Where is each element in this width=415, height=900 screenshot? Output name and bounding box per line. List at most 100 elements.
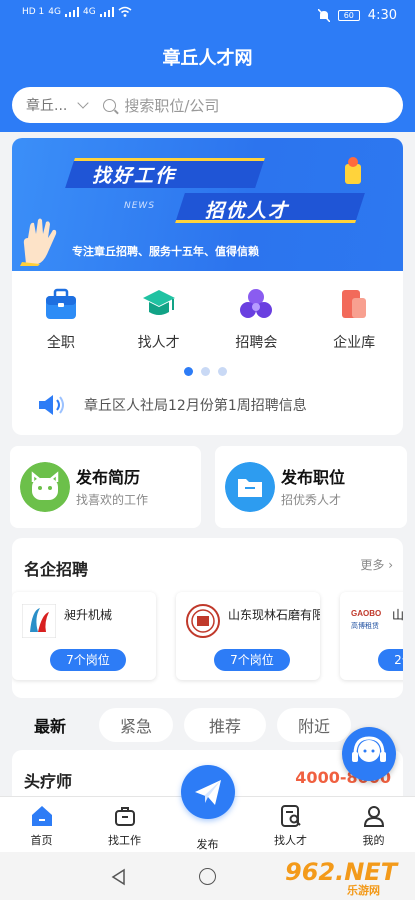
- notice-text: 章丘区人社局12月份第1周招聘信息: [84, 398, 307, 414]
- quick-link-label: 企业库: [333, 335, 376, 351]
- signal-icon: [65, 6, 79, 17]
- watermark-subtext: 乐游网: [347, 884, 380, 897]
- post-resume-card[interactable]: 发布简历 找喜欢的工作: [10, 446, 201, 528]
- famous-companies-section: 名企招聘 更多 › 昶升机械 7个岗位 山东现林石磨有限公司 7个岗位 GAOB…: [12, 538, 403, 698]
- quick-link-fulltime[interactable]: 全职: [12, 286, 110, 352]
- company-logo: GAOBO 高博租赁: [350, 604, 384, 638]
- carousel-indicator: [184, 367, 227, 376]
- nav-find-talent[interactable]: 找人才: [249, 797, 332, 852]
- app-header: HD 1 4G 4G 60 4:30 章丘人才网 章丘... 搜索职位/公司: [0, 0, 415, 132]
- banner-subtitle: 专注章丘招聘、服务十五年、值得信赖: [72, 245, 259, 258]
- briefcase-icon: [45, 288, 76, 319]
- job-bag-icon: [114, 807, 135, 826]
- post-job-card[interactable]: 发布职位 招优秀人才: [215, 446, 407, 528]
- company-logo-text: GAOBO: [351, 609, 381, 618]
- city-selector[interactable]: 章丘...: [26, 95, 67, 115]
- back-icon[interactable]: [110, 868, 128, 886]
- resume-icon: [20, 462, 70, 512]
- nav-label: 发布: [196, 838, 219, 851]
- network-label-2: 4G: [83, 6, 96, 17]
- banner-deco-icon: [345, 157, 361, 184]
- banner-headline-1: 找好工作: [92, 165, 177, 187]
- post-card-subtitle: 找喜欢的工作: [76, 493, 149, 507]
- tab-recommended[interactable]: 推荐: [184, 708, 266, 742]
- company-jobs-button[interactable]: 7个岗位: [214, 649, 290, 671]
- more-label: 更多: [360, 558, 385, 572]
- quick-link-label: 全职: [46, 335, 75, 351]
- carousel-dot[interactable]: [201, 367, 210, 376]
- carousel-dot-active[interactable]: [184, 367, 193, 376]
- quick-links: 全职 找人才 招聘会 企业库: [12, 286, 403, 352]
- post-card-title: 发布职位: [281, 468, 346, 487]
- nav-home[interactable]: 首页: [0, 797, 83, 852]
- company-card[interactable]: 昶升机械 7个岗位: [12, 592, 156, 680]
- home-icon: [31, 806, 52, 826]
- clock: 4:30: [367, 8, 397, 23]
- company-logo: [22, 604, 56, 638]
- chevron-down-icon[interactable]: [77, 97, 90, 109]
- speaker-icon: [39, 395, 64, 415]
- banner-headline-2: 招优人才: [205, 200, 290, 222]
- quick-link-job-fair[interactable]: 招聘会: [208, 286, 306, 352]
- company-name: 山东现林石磨有限公司: [228, 608, 320, 622]
- job-filter-tabs: 最新 紧急 推荐 附近: [12, 708, 351, 742]
- customer-service-button[interactable]: [342, 727, 396, 781]
- company-name: 山东高博租赁: [392, 608, 403, 622]
- home-circle-icon[interactable]: [199, 868, 216, 885]
- company-card[interactable]: GAOBO 高博租赁 山东高博租赁 2个岗位: [340, 592, 403, 680]
- company-logo: [186, 604, 220, 638]
- banner-news-tag: NEWS: [124, 201, 156, 211]
- nav-label: 我的: [362, 834, 385, 847]
- talent-search-icon: [280, 805, 301, 827]
- paper-plane-icon: [195, 780, 221, 805]
- status-right: 60 4:30: [317, 8, 397, 23]
- network-label-1: 4G: [48, 6, 61, 17]
- company-library-icon: [342, 290, 367, 318]
- promo-banner[interactable]: 找好工作 NEWS 招优人才 专注章丘招聘、服务十五年、值得信赖: [12, 138, 403, 271]
- job-title: 头疗师: [24, 772, 73, 791]
- nav-label: 找人才: [274, 834, 307, 847]
- search-bar[interactable]: 章丘... 搜索职位/公司: [12, 87, 403, 123]
- tab-urgent[interactable]: 紧急: [99, 708, 173, 742]
- carousel-dot[interactable]: [218, 367, 227, 376]
- system-nav-bar: 962.NET 乐游网: [0, 852, 415, 900]
- company-jobs-button[interactable]: 2个岗位: [378, 649, 403, 671]
- tab-latest[interactable]: 最新: [12, 708, 88, 742]
- nav-label: 找工作: [108, 834, 141, 847]
- waving-hand-icon: [20, 218, 57, 266]
- status-bar: HD 1 4G 4G 60 4:30: [0, 0, 415, 34]
- post-card-title: 发布简历: [76, 468, 141, 487]
- company-logo-text-cn: 高博租赁: [351, 621, 379, 630]
- sim-label: HD 1: [22, 6, 45, 17]
- job-fair-icon: [240, 289, 273, 318]
- search-input[interactable]: 搜索职位/公司: [124, 95, 219, 116]
- folder-icon: [225, 462, 275, 512]
- battery-icon: 60: [337, 10, 360, 21]
- wifi-icon: [118, 6, 132, 17]
- company-card[interactable]: 山东现林石磨有限公司 7个岗位: [176, 592, 320, 680]
- user-icon: [363, 806, 384, 827]
- signal-icon-2: [99, 6, 114, 17]
- nav-mine[interactable]: 我的: [332, 797, 415, 852]
- post-card-subtitle: 招优秀人才: [281, 493, 342, 507]
- nav-find-job[interactable]: 找工作: [83, 797, 166, 852]
- quick-link-label: 招聘会: [235, 335, 278, 351]
- quick-link-label: 找人才: [137, 335, 180, 351]
- company-jobs-button[interactable]: 7个岗位: [50, 649, 126, 671]
- chevron-right-icon: ›: [388, 558, 393, 572]
- quick-link-talent[interactable]: 找人才: [110, 286, 208, 352]
- nav-label: 首页: [30, 834, 53, 847]
- notice-bar[interactable]: 章丘区人社局12月份第1周招聘信息: [38, 394, 307, 416]
- section-title: 名企招聘: [24, 560, 89, 579]
- tab-nearby[interactable]: 附近: [277, 708, 351, 742]
- graduation-cap-icon: [142, 290, 175, 315]
- quick-link-company-library[interactable]: 企业库: [305, 286, 403, 352]
- publish-button[interactable]: [181, 765, 235, 819]
- company-name: 昶升机械: [64, 608, 113, 622]
- search-icon: [103, 98, 117, 112]
- more-link[interactable]: 更多 ›: [360, 556, 393, 573]
- headset-icon: [352, 736, 386, 762]
- watermark-text: 962.NET: [285, 858, 398, 886]
- page-title: 章丘人才网: [162, 48, 253, 69]
- top-card: 找好工作 NEWS 招优人才 专注章丘招聘、服务十五年、值得信赖 全职 找人才 …: [12, 138, 403, 435]
